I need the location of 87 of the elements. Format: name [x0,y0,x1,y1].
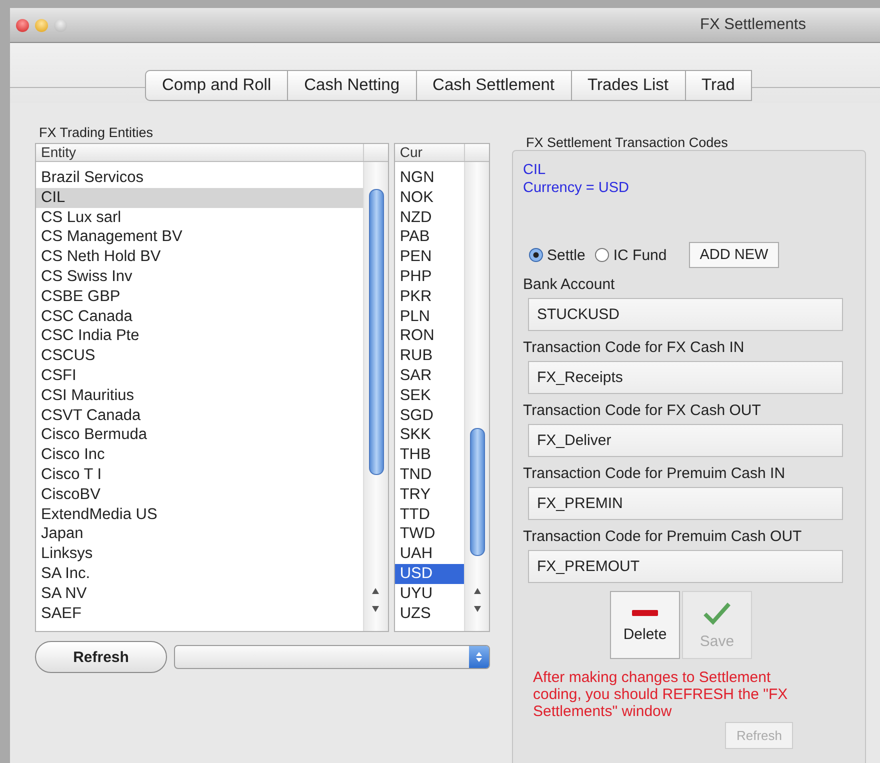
list-item[interactable]: CSI Mauritius [36,386,363,406]
input-field[interactable]: STUCKUSD [528,298,843,331]
list-item[interactable]: NOK [394,188,464,208]
input-field[interactable]: FX_PREMOUT [528,550,843,583]
currency-text: Currency = USD [523,179,629,197]
radio-label[interactable]: Settle [547,246,586,264]
radio-label[interactable]: IC Fund [613,246,667,264]
delete-button[interactable]: Delete [610,591,680,659]
scroll-up-icon[interactable] [372,588,380,594]
list-item[interactable]: SAEF [36,604,363,624]
list-item[interactable]: Cisco T I [36,464,363,485]
list-item[interactable]: SEK [394,386,464,406]
radio-button[interactable] [595,248,610,262]
list-item[interactable]: CS Neth Hold BV [36,247,363,267]
warning-message: After making changes to Settlement coding, you should REFRESH the "FX Settlements" window [533,669,789,720]
scrollbar[interactable] [362,162,388,631]
list-item[interactable]: TTD [394,504,464,524]
list-item[interactable]: SA NV [36,584,363,604]
list-item[interactable]: SKK [394,425,464,446]
list-item[interactable]: THB [394,445,464,465]
scroll-down-icon[interactable] [474,606,480,612]
list-item[interactable]: TWD [394,524,464,544]
field-label: Transaction Code for FX Cash OUT [523,401,761,421]
list-item[interactable]: CSFI [36,366,363,386]
stepper-icon [469,646,489,668]
list-item[interactable]: CiscoBV [36,484,363,505]
list-item[interactable]: PLN [394,306,464,326]
tab[interactable]: Cash Netting [288,70,417,101]
list-item[interactable]: CSC India Pte [36,326,363,346]
field-label: Transaction Code for Premuim Cash OUT [523,527,802,547]
scrollbar[interactable] [464,162,489,631]
list-item[interactable]: Cisco Inc [36,445,363,465]
field-label: Transaction Code for Premuim Cash IN [523,464,786,484]
list-item[interactable]: RUB [394,346,464,366]
list-item[interactable]: PEN [394,247,464,267]
panel-title: FX Trading Entities [38,124,154,142]
list-item[interactable]: SAR [394,366,464,386]
list-item[interactable]: PKR [394,286,464,307]
list-item[interactable]: CSCUS [36,346,363,366]
scroll-up-icon[interactable] [474,588,480,594]
panel-title: FX Settlement Transaction Codes [525,134,729,150]
list-item[interactable]: CSBE GBP [36,286,363,307]
input-field[interactable]: FX_Deliver [528,424,843,457]
dropdown[interactable] [174,645,490,669]
list-item[interactable]: CS Lux sarl [36,208,363,228]
input-field[interactable]: FX_PREMIN [528,487,843,520]
list-item[interactable]: SA Inc. [36,564,363,584]
list-item[interactable]: Brazil Servicos [36,168,363,188]
list-item[interactable]: TRY [394,484,464,505]
list-item[interactable]: CSC Canada [36,306,363,326]
add-new-button[interactable]: ADD NEW [688,242,780,268]
tab[interactable]: Trades List [572,70,686,101]
list-item[interactable]: SGD [394,406,464,426]
minus-icon [631,608,659,618]
list-item[interactable]: CSVT Canada [36,406,363,426]
list-item[interactable]: CS Management BV [36,227,363,248]
list-item[interactable]: Linksys [36,544,363,564]
field-label: Transaction Code for FX Cash IN [523,338,744,358]
scroll-down-icon[interactable] [372,606,380,612]
window-title: FX Settlements [700,16,806,34]
tab[interactable]: Trad [686,70,752,101]
close-icon[interactable] [16,18,29,32]
list-item[interactable]: Cisco Bermuda [36,425,363,446]
list-item[interactable]: UZS [394,604,464,624]
list-item[interactable]: TND [394,464,464,485]
tab[interactable]: Cash Settlement [416,70,572,101]
list-item[interactable]: ExtendMedia US [36,504,363,524]
field-label: Bank Account [523,275,615,295]
list-item[interactable]: UYU [394,584,464,604]
refresh-button[interactable]: Refresh [35,641,167,673]
scroll-thumb[interactable] [368,189,384,475]
list-item[interactable]: USD [394,564,464,584]
list-item[interactable]: CIL [36,188,363,208]
list-item[interactable]: CS Swiss Inv [36,266,363,287]
list-item[interactable]: UAH [394,544,464,564]
radio-button[interactable] [529,248,543,262]
entity-name: CIL [523,161,546,179]
list-item[interactable]: Japan [36,524,363,544]
tab[interactable]: Comp and Roll [145,70,288,101]
input-field[interactable]: FX_Receipts [528,361,843,394]
list-item[interactable]: RON [394,326,464,346]
list-item[interactable]: PAB [394,227,464,248]
list-item[interactable]: NZD [394,208,464,228]
list-item[interactable]: NGN [394,168,464,188]
checkmark-icon [703,600,731,624]
scroll-thumb[interactable] [470,428,485,556]
list-item[interactable]: PHP [394,266,464,287]
